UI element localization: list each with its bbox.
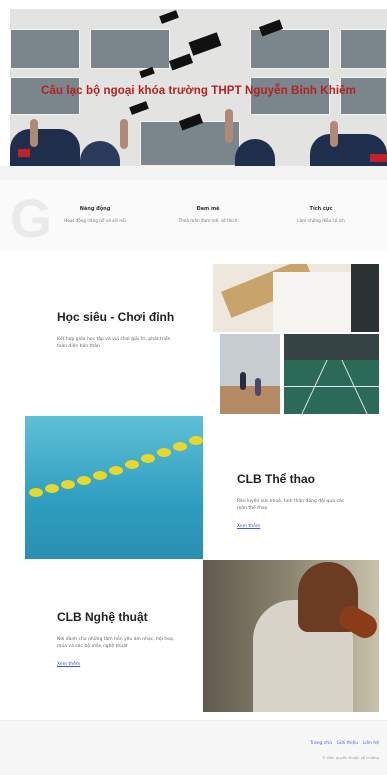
section-title: CLB Thể thao [237, 472, 315, 486]
hero-title: Câu lạc bộ ngoại khóa trường THPT Nguyễn… [41, 85, 356, 97]
court-line [284, 386, 379, 387]
feature-nang-dong: Năng động Hoạt động năng nổ và sôi nổi [40, 206, 150, 223]
arm [30, 119, 38, 147]
footer-link-home[interactable]: Trang chủ [310, 741, 332, 746]
section-desc: Kết hợp giữa học tập và vui chơi giải tr… [57, 337, 171, 349]
photo-dark-edge [351, 264, 379, 332]
window [90, 29, 170, 69]
lane-buoy [173, 442, 187, 451]
student [10, 129, 80, 166]
lane-buoy [61, 480, 75, 489]
divider-strip [0, 166, 387, 180]
lane-buoy [157, 448, 171, 457]
arm [225, 109, 233, 143]
feature-dam-me: Đam mê Thoả mãn đam mê, sở thích [153, 206, 263, 223]
court-floor [220, 386, 280, 414]
hero-banner: Câu lạc bộ ngoại khóa trường THPT Nguyễn… [10, 9, 387, 166]
photo-tennis [284, 334, 379, 414]
section-desc: Rèn luyện sức khoẻ, tinh thần đồng đội q… [237, 499, 345, 511]
paper [273, 272, 351, 332]
read-more-link[interactable]: Xem thêm [57, 662, 80, 667]
feature-title: Tích cực [309, 206, 333, 212]
lane-buoy [45, 484, 59, 493]
court-line [341, 360, 368, 414]
footer-links: Trang chủ Giới thiệu Liên hệ [307, 741, 379, 746]
section-nghe-thuat: CLB Nghệ thuật Nơi dành cho những tâm hồ… [57, 608, 177, 669]
photo-study [213, 264, 351, 332]
lane-buoy [125, 460, 139, 469]
lane-buoy [77, 476, 91, 485]
section-the-thao: CLB Thể thao Rèn luyện sức khoẻ, tinh th… [237, 470, 352, 531]
lane-buoy [109, 466, 123, 475]
lane-buoy [93, 471, 107, 480]
lane-buoy [29, 488, 43, 497]
sash [18, 149, 30, 157]
feature-desc: Làm những điều có ích [297, 218, 345, 223]
arm [330, 121, 338, 147]
window [10, 29, 80, 69]
photo-violin [203, 560, 379, 712]
feature-desc: Thoả mãn đam mê, sở thích [178, 218, 238, 223]
lane-buoy [141, 454, 155, 463]
arm [120, 119, 128, 149]
feature-tich-cuc: Tích cực Làm những điều có ích [266, 206, 376, 223]
court-line [301, 360, 328, 414]
footer: Trang chủ Giới thiệu Liên hệ © Bản quyền… [0, 720, 387, 775]
section-desc: Nơi dành cho những tâm hồn yêu âm nhạc, … [57, 637, 175, 649]
photo-pool [25, 416, 203, 559]
photo-basketball [220, 334, 280, 414]
player [240, 372, 246, 390]
player [255, 378, 261, 396]
copyright: © Bản quyền thuộc về trường [322, 755, 379, 760]
footer-link-about[interactable]: Giới thiệu [336, 741, 358, 746]
features-row: G Năng động Hoạt động năng nổ và sôi nổi… [0, 180, 387, 250]
section-hoc-sieu: Học siêu - Chơi đỉnh Kết hợp giữa học tậ… [57, 308, 182, 350]
footer-link-contact[interactable]: Liên hệ [363, 741, 379, 746]
feature-title: Đam mê [196, 206, 220, 212]
read-more-link[interactable]: Xem thêm [237, 524, 260, 529]
section-title: CLB Nghệ thuật [57, 610, 148, 624]
sash [370, 154, 387, 162]
fence [284, 334, 379, 360]
lane-buoy [189, 436, 203, 445]
section-title: Học siêu - Chơi đỉnh [57, 310, 175, 324]
feature-title: Năng động [79, 206, 111, 212]
window [340, 29, 387, 69]
feature-desc: Hoạt động năng nổ và sôi nổi [64, 218, 126, 223]
